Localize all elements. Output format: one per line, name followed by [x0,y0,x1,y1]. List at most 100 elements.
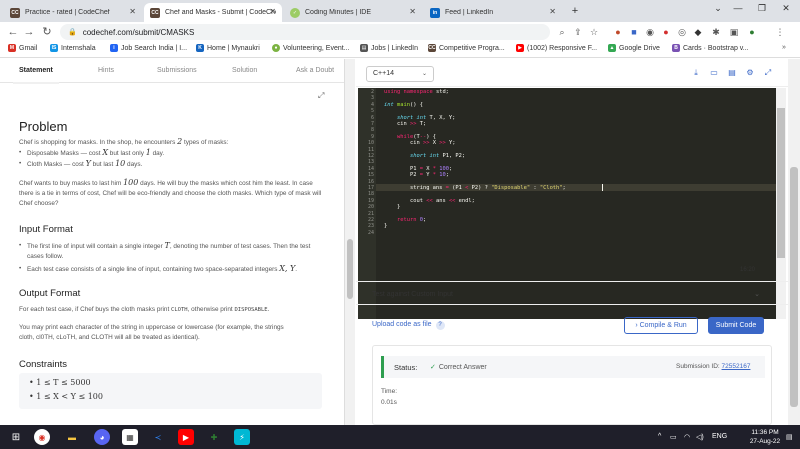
bookmark-bootstrap[interactable]: B Cards · Bootstrap v... [672,44,749,52]
address-bar[interactable]: 🔒 codechef.com/submit/CMASKS [60,24,550,40]
wifi-icon[interactable]: ◠ [684,433,690,441]
star-icon[interactable]: ☆ [588,26,600,38]
language-indicator[interactable]: ENG [712,433,727,440]
problem-panel: Statement Hints Submissions Solution Ask… [0,59,345,425]
avatar[interactable]: ● [746,26,758,38]
extension-icon[interactable]: ◎ [676,26,688,38]
bookmark-internshala[interactable]: IS Internshala [50,44,96,52]
bookmark-google-drive[interactable]: ▲ Google Drive [608,44,660,52]
back-button[interactable]: ← [6,25,20,39]
check-icon: ✓ [290,7,300,18]
status-label: Status: [394,363,418,372]
calendar-icon[interactable]: ▦ [122,429,138,445]
submit-code-button[interactable]: Submit Code [708,317,764,334]
comment-icon[interactable]: ▭ [708,68,720,77]
help-icon[interactable]: ? [435,321,445,330]
tab-practice[interactable]: CC Practice - rated | CodeChef ✕ [4,3,142,22]
bookmark-volunteering[interactable]: ● Volunteering, Event... [272,44,350,52]
bookmark-youtube[interactable]: ▶ (1002) Responsive F... [516,44,597,52]
extension-icon[interactable]: ■ [628,26,640,38]
sidebar-icon[interactable]: ▣ [728,26,740,38]
briefcase-icon: ▤ [360,44,368,52]
language-select[interactable]: C++14 ⌄ [366,66,434,82]
app-icon[interactable]: ⚡ [234,429,250,445]
close-icon[interactable]: ✕ [269,7,276,16]
new-tab-button[interactable]: + [568,4,582,18]
youtube-icon[interactable]: ▶ [178,429,194,445]
system-clock[interactable]: 11:36 PM 27-Aug-22 [748,428,782,446]
tab-hints[interactable]: Hints [98,67,114,74]
scrollbar-thumb[interactable] [347,239,353,299]
browser-tab-strip: CC Practice - rated | CodeChef ✕ CC Chef… [0,0,800,22]
tab-title: Coding Minutes | IDE [305,9,372,16]
compile-run-button[interactable]: › Compile & Run [624,317,698,334]
bookmark-gmail[interactable]: M Gmail [8,44,37,52]
close-icon[interactable]: ✕ [409,7,416,16]
extension-icon[interactable]: ◉ [644,26,656,38]
close-icon[interactable]: ✕ [129,7,136,16]
reload-button[interactable]: ↻ [40,25,54,39]
submission-result: Status: ✓ Correct Answer Submission ID: 7… [372,345,772,425]
youtube-icon: ▶ [516,44,524,52]
battery-icon[interactable]: ▭ [670,433,677,441]
extension-icon[interactable]: ● [612,26,624,38]
chevron-down-icon[interactable]: ⌄ [708,3,728,14]
tab-statement[interactable]: Statement [13,67,59,84]
file-explorer-icon[interactable]: ▬ [64,429,80,445]
bookmark-label: Internshala [61,44,96,52]
tab-ask-a-doubt[interactable]: Ask a Doubt [296,67,334,74]
close-icon[interactable]: ✕ [549,7,556,16]
upload-code-link[interactable]: Upload code as file? [372,321,445,330]
constraint-1: • 1 ≤ T ≤ 5000 [29,378,91,387]
code-line: } [384,223,388,230]
scrollbar-thumb[interactable] [790,167,798,407]
bookmark-label: (1002) Responsive F... [527,44,598,52]
code-line: cin >> T; [384,121,427,127]
gear-icon[interactable]: ⚙ [744,68,756,77]
bookmark-competitive-programming[interactable]: CC Competitive Progra... [428,44,505,52]
tab-submissions[interactable]: Submissions [157,67,197,74]
save-icon[interactable]: ▤ [726,68,738,77]
scrollbar-thumb[interactable] [777,108,785,258]
fullscreen-icon[interactable]: ⤢ [762,68,774,78]
window-close-button[interactable]: ✕ [776,3,796,14]
custom-input-toggle[interactable]: Test against Custom Input ⌄ [356,281,788,305]
extension-icon[interactable]: ◆ [692,26,704,38]
bookmark-label: Competitive Progra... [439,44,505,52]
expand-icon[interactable]: ⤢ [318,91,324,101]
volume-icon[interactable]: ◁) [696,433,704,441]
bookmark-indeed[interactable]: i Job Search India | I... [110,44,187,52]
bookmark-mynaukri[interactable]: K Home | Mynaukri [196,44,260,52]
tab-chef-and-masks[interactable]: CC Chef and Masks - Submit | CodeChef ✕ [144,3,282,22]
notification-icon[interactable]: ▤ [786,433,793,441]
puzzle-icon[interactable]: ✱ [710,26,722,38]
discord-icon[interactable]: ◕ [94,429,110,445]
tab-solution[interactable]: Solution [232,67,257,74]
extension-icon[interactable]: ● [660,26,672,38]
more-menu-icon[interactable]: ⋮ [774,26,786,38]
shield-icon[interactable]: ✚ [206,429,222,445]
restore-button[interactable]: ❐ [752,3,772,14]
page-scrollbar[interactable] [788,59,800,425]
codechef-icon: CC [428,44,436,52]
tab-linkedin-feed[interactable]: in Feed | LinkedIn ✕ [424,3,562,22]
bookmark-linkedin-jobs[interactable]: ▤ Jobs | LinkedIn [360,44,418,52]
windows-start-icon[interactable]: ⊞ [8,429,24,445]
submission-id-link[interactable]: 72552167 [722,363,751,370]
chevron-up-icon[interactable]: ^ [658,433,661,440]
more-bookmarks-icon[interactable]: » [782,44,786,51]
chevron-down-icon: ⌄ [421,71,427,77]
share-icon[interactable]: ⇪ [572,26,584,38]
vscode-icon[interactable]: ≺ [150,429,166,445]
chrome-icon[interactable]: ◉ [34,429,50,445]
code-line: short int P1, P2; [409,153,466,159]
tab-coding-minutes[interactable]: ✓ Coding Minutes | IDE ✕ [284,3,422,22]
minimize-button[interactable]: — [728,3,748,13]
list-item: The first line of input will contain a s… [19,241,324,262]
gmail-icon: M [8,44,16,52]
forward-button[interactable]: → [22,25,36,39]
problem-scrollbar[interactable] [345,59,355,425]
download-icon[interactable]: ⤓ [690,68,702,78]
bookmark-label: Home | Mynaukri [207,44,260,52]
zoom-icon[interactable]: ⌕ [556,26,568,38]
